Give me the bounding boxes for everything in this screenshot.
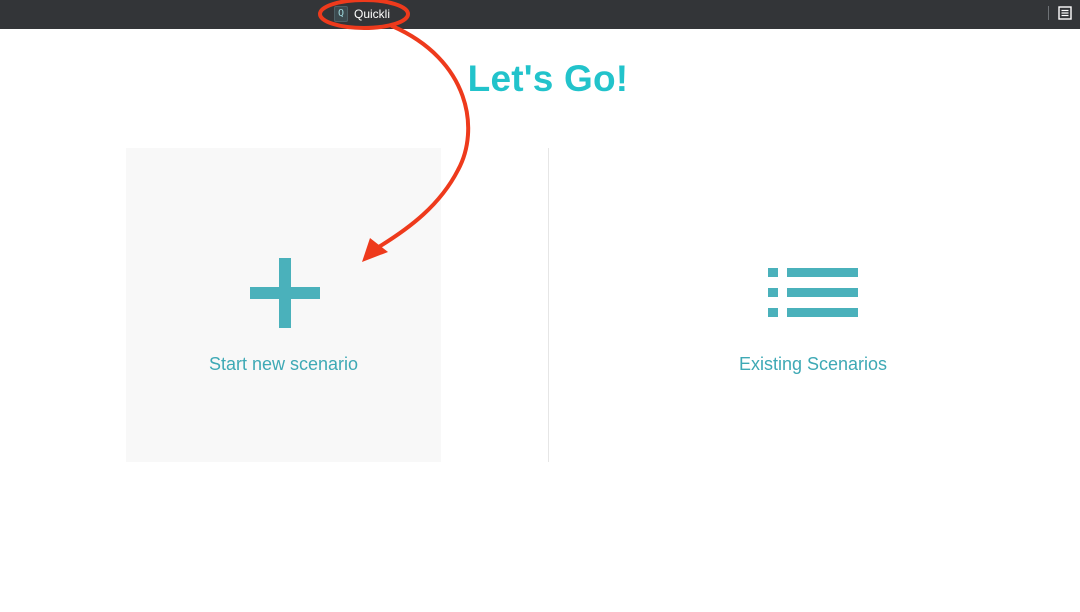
existing-scenarios-label: Existing Scenarios: [738, 354, 888, 374]
list-icon: [768, 268, 858, 317]
app-name-label: Quickli: [354, 7, 391, 21]
app-tab[interactable]: Q Quickli: [334, 4, 390, 24]
app-logo-icon: Q: [334, 6, 348, 22]
top-bar: Q Quickli: [0, 0, 1080, 29]
start-new-scenario-card[interactable]: Start new scenario: [126, 148, 441, 462]
existing-scenarios-card[interactable]: Existing Scenarios: [598, 148, 1028, 462]
page-title: Let's Go!: [467, 58, 629, 99]
start-new-scenario-label: Start new scenario: [208, 354, 359, 374]
plus-icon: [250, 258, 320, 328]
list-menu-icon[interactable]: [1058, 6, 1072, 20]
section-divider: [548, 148, 549, 462]
toolbar-divider: [1048, 6, 1049, 20]
